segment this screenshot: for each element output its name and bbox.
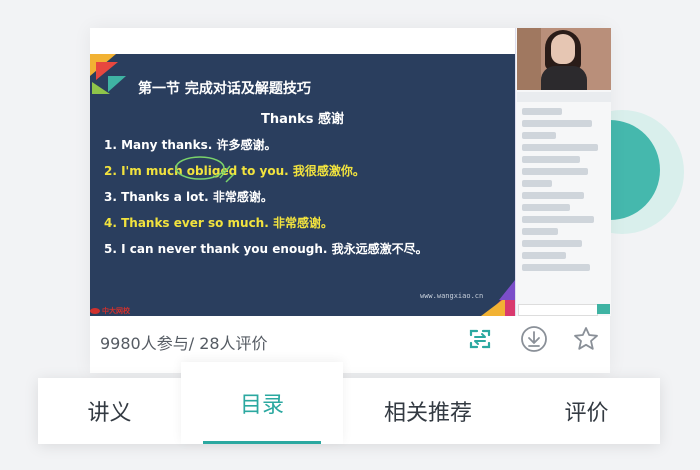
slide-line: 4. Thanks ever so much. 非常感谢。 — [104, 216, 333, 230]
chat-message — [522, 132, 556, 139]
chat-input[interactable] — [518, 304, 598, 316]
video-background — [517, 28, 541, 90]
logo-text: 中大网校 — [102, 307, 130, 315]
slide-decoration — [92, 82, 110, 94]
slide-subtitle: Thanks 感谢 — [260, 112, 345, 127]
chat-message — [522, 156, 580, 163]
active-tab-indicator — [203, 441, 321, 444]
chat-message — [522, 264, 590, 271]
chat-message — [522, 120, 592, 127]
chat-message — [522, 108, 562, 115]
logo-mark — [90, 308, 100, 314]
chat-send-button[interactable] — [597, 304, 610, 314]
course-card: 第一节 完成对话及解题技巧 Thanks 感谢 1. Many thanks. … — [90, 28, 611, 373]
slide-decoration — [499, 280, 515, 300]
tab-catalog[interactable]: 目录 — [181, 362, 343, 444]
slide-line: 3. Thanks a lot. 非常感谢。 — [104, 190, 273, 204]
tab-label: 评价 — [564, 401, 609, 426]
slide-title: 第一节 完成对话及解题技巧 — [138, 81, 311, 97]
teacher-video[interactable] — [517, 28, 611, 90]
chat-message — [522, 240, 582, 247]
star-icon[interactable] — [572, 325, 600, 353]
bottom-tab-bar: 讲义 目录 相关推荐 评价 — [38, 362, 660, 444]
chat-message — [522, 204, 570, 211]
tab-related[interactable]: 相关推荐 — [343, 378, 513, 444]
participation-stats: 9980人参与/ 28人评价 — [100, 334, 268, 353]
lecture-slide: 第一节 完成对话及解题技巧 Thanks 感谢 1. Many thanks. … — [90, 54, 515, 316]
slide-watermark: www.wangxiao.cn — [420, 292, 484, 300]
share-swap-icon[interactable] — [466, 325, 494, 353]
tab-handout[interactable]: 讲义 — [38, 378, 181, 444]
chat-message — [522, 252, 566, 259]
video-person-body — [541, 66, 587, 90]
tab-label: 目录 — [239, 393, 284, 418]
live-sidebar — [515, 28, 611, 316]
slide-decoration — [108, 76, 126, 92]
slide-line: 1. Many thanks. 许多感谢。 — [104, 138, 277, 152]
chat-toolbar[interactable] — [517, 92, 611, 102]
chat-message — [522, 180, 552, 187]
slide-line: 5. I can never thank you enough. 我永远感激不尽… — [104, 242, 428, 256]
annotation-scribble — [175, 156, 235, 183]
tab-label: 相关推荐 — [383, 401, 472, 426]
chat-message — [522, 228, 558, 235]
chat-message — [522, 216, 594, 223]
download-icon[interactable] — [520, 325, 548, 353]
tab-label: 讲义 — [87, 401, 132, 426]
chat-message — [522, 192, 584, 199]
brand-logo: 中大网校 — [90, 306, 130, 316]
slide-decoration — [481, 298, 505, 316]
tab-reviews[interactable]: 评价 — [513, 378, 660, 444]
chat-message — [522, 144, 598, 151]
video-person-face — [551, 34, 575, 64]
chat-message — [522, 168, 588, 175]
